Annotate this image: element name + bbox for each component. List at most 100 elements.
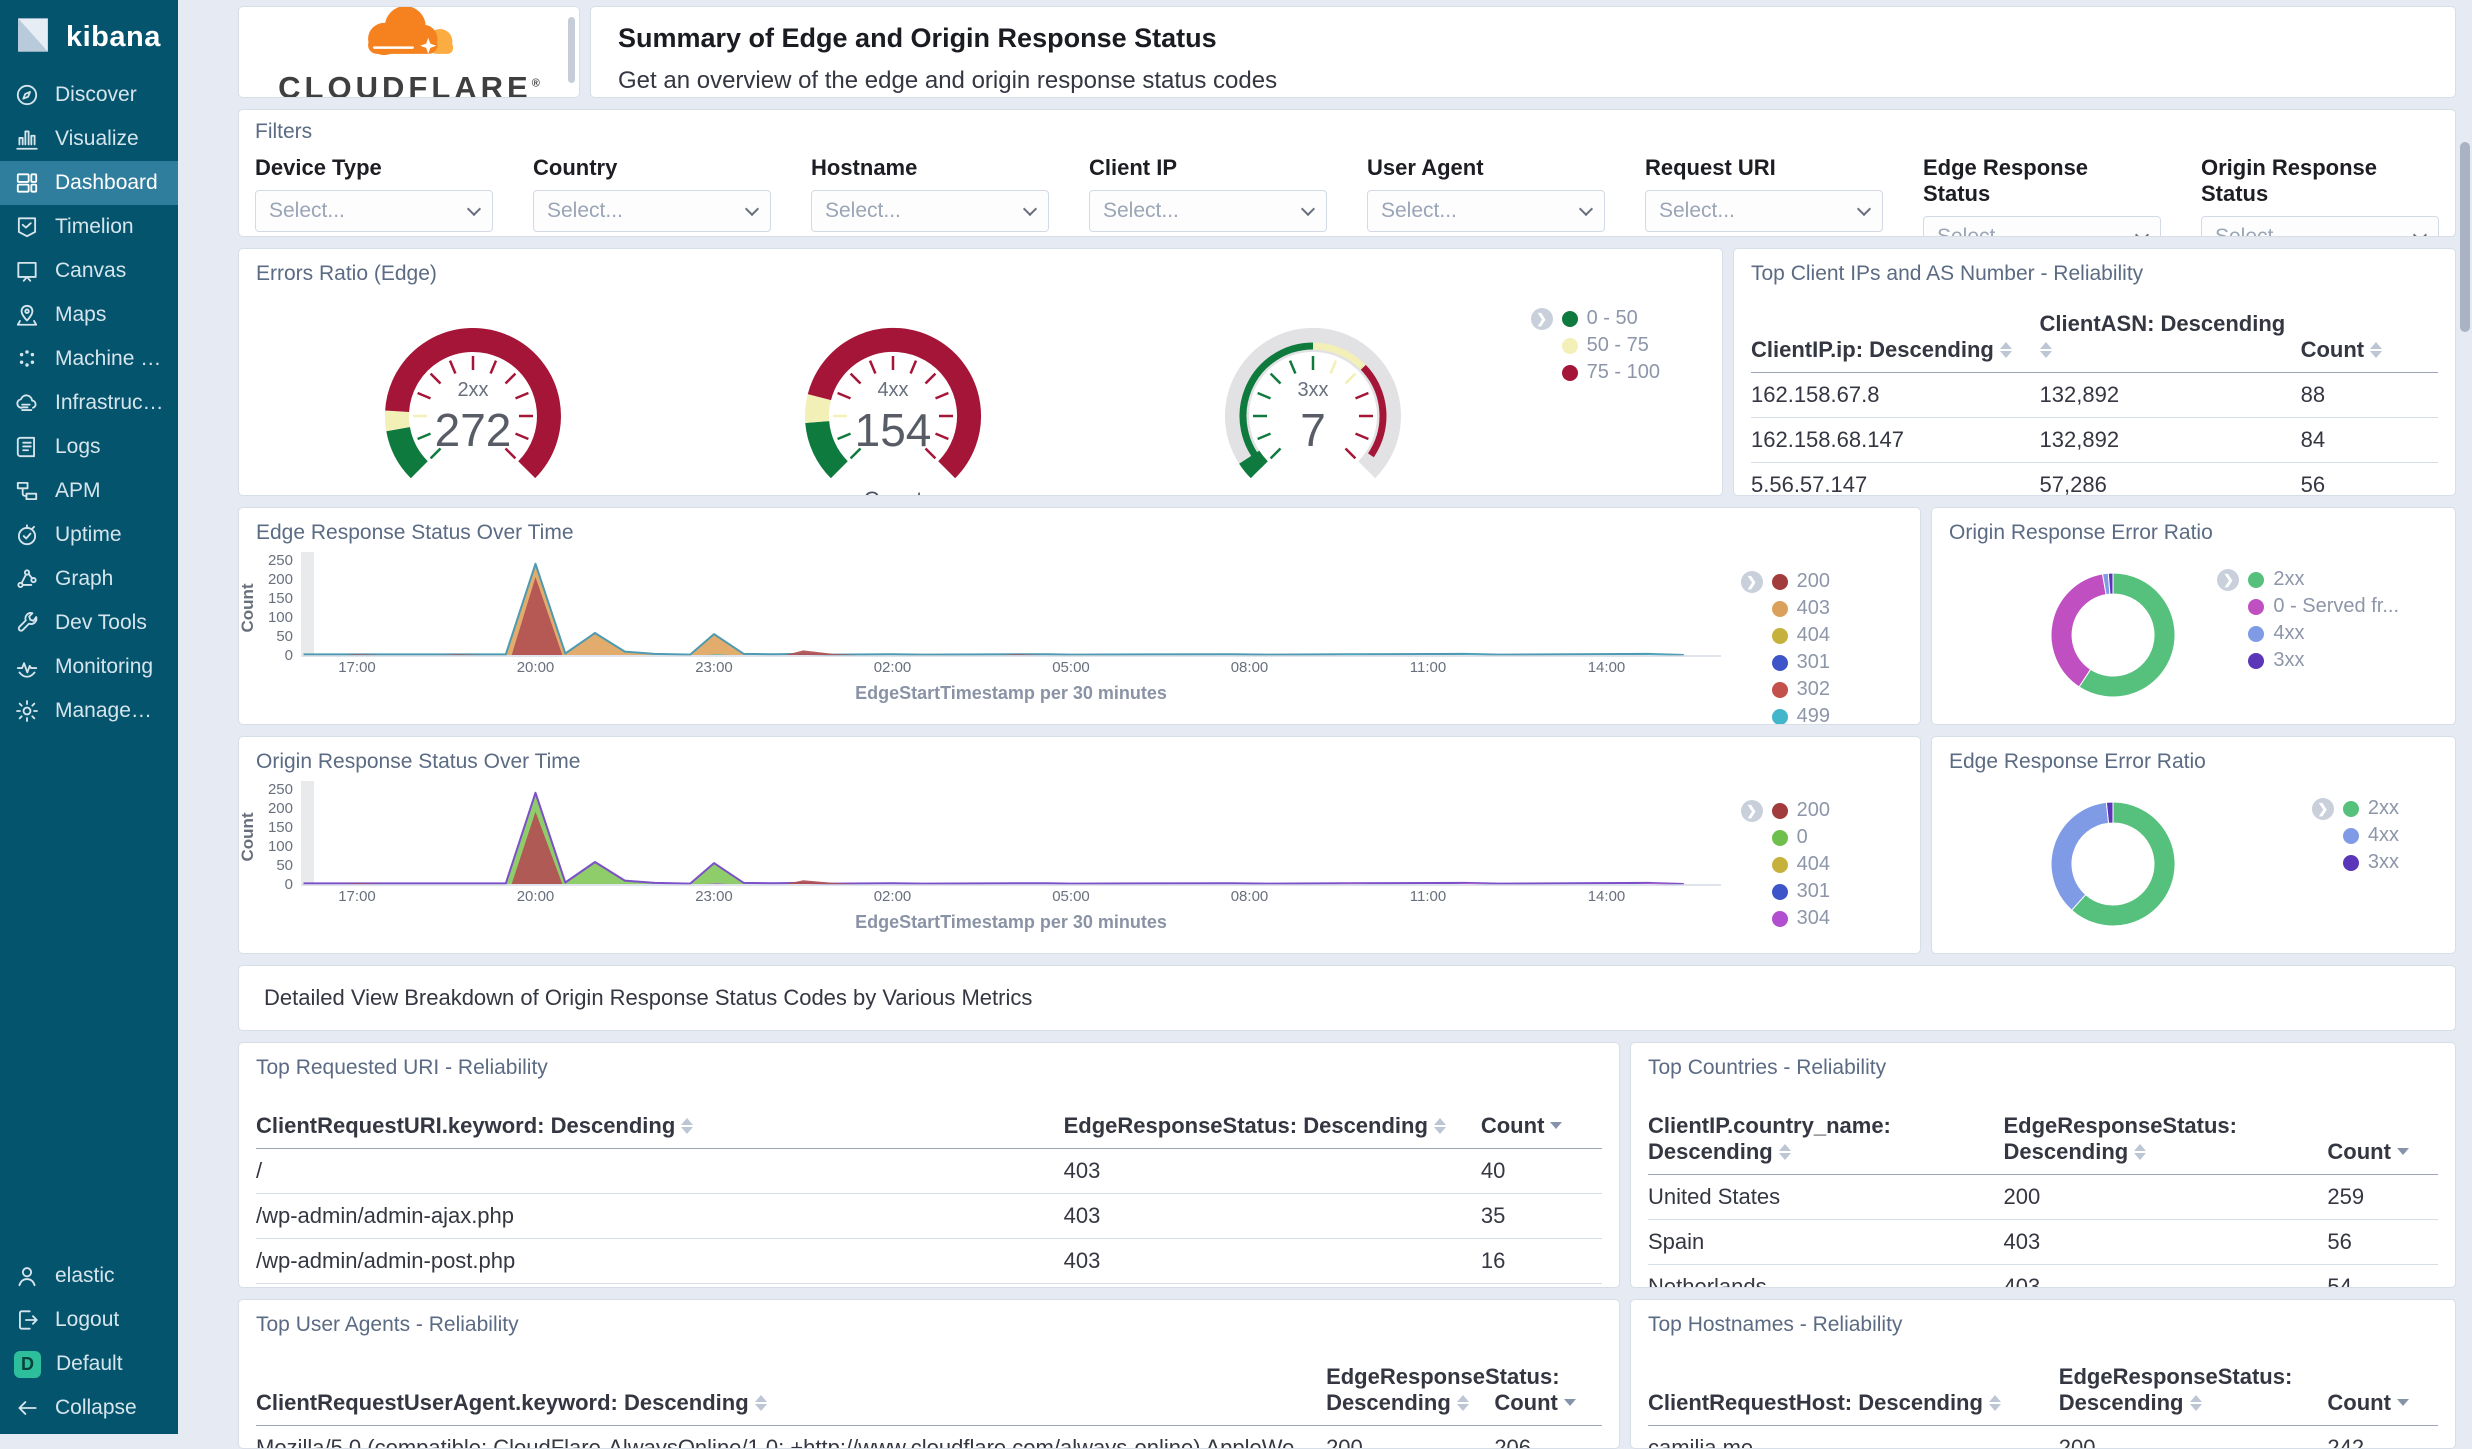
sort-icon — [2040, 342, 2052, 358]
table-row[interactable]: /40340 — [256, 1149, 1602, 1194]
sidebar-item-elastic[interactable]: elastic — [0, 1254, 178, 1298]
sidebar-item-graph[interactable]: Graph — [0, 557, 178, 601]
column-header-edgeresponsestatus-descending[interactable]: EdgeResponseStatus: Descending — [1326, 1353, 1494, 1426]
edge-error-ratio-donut — [1932, 773, 2352, 951]
legend-item-75-100[interactable]: 75 - 100 — [1531, 359, 1660, 386]
legend-item-200[interactable]: ❯200 — [1741, 568, 1830, 595]
filter-select-country[interactable]: Select... — [533, 190, 771, 232]
table-row[interactable]: Netherlands40354 — [1648, 1265, 2438, 1289]
table-row[interactable]: /wp-admin/admin-post.php40316 — [256, 1239, 1602, 1284]
table-row[interactable]: Spain40356 — [1648, 1220, 2438, 1265]
top-countries-panel: Top Countries - Reliability ClientIP.cou… — [1630, 1042, 2456, 1288]
column-header-count[interactable]: Count — [1481, 1102, 1602, 1149]
filter-select-user-agent[interactable]: Select... — [1367, 190, 1605, 232]
sidebar-item-default[interactable]: DDefault — [0, 1342, 178, 1386]
legend-label: 4xx — [2368, 824, 2399, 847]
legend-expand-icon[interactable]: ❯ — [1741, 800, 1763, 822]
sidebar-spacer — [0, 733, 178, 1254]
legend-item-2xx[interactable]: ❯2xx — [2217, 566, 2399, 593]
management-icon — [14, 698, 40, 724]
column-header-edgeresponsestatus-descending[interactable]: EdgeResponseStatus: Descending — [1064, 1102, 1481, 1149]
panel-scrollbar[interactable] — [568, 17, 575, 83]
maps-icon — [14, 302, 40, 328]
sort-desc-icon — [2397, 1399, 2409, 1406]
sidebar-item-monitoring[interactable]: Monitoring — [0, 645, 178, 689]
sidebar-item-visualize[interactable]: Visualize — [0, 117, 178, 161]
column-header-clientip-ip-descending[interactable]: ClientIP.ip: Descending — [1751, 300, 2040, 373]
sidebar-item-uptime[interactable]: Uptime — [0, 513, 178, 557]
gauge-legend: ❯0 - 5050 - 7575 - 100 — [1531, 305, 1660, 386]
sort-icon — [2000, 342, 2012, 358]
legend-item-4xx[interactable]: 4xx — [2217, 620, 2399, 647]
table-cell: 16 — [1481, 1239, 1602, 1284]
legend-item-3xx[interactable]: 3xx — [2312, 849, 2399, 876]
svg-text:11:00: 11:00 — [1410, 659, 1446, 676]
legend-item-200[interactable]: ❯ 200 — [1741, 797, 1830, 824]
table-row[interactable]: 162.158.67.8132,89288 — [1751, 373, 2438, 418]
legend-item-3xx[interactable]: 3xx — [2217, 647, 2399, 674]
legend-item-499[interactable]: 499 — [1741, 703, 1830, 725]
column-header-clientrequestuseragent-keyword-descending[interactable]: ClientRequestUserAgent.keyword: Descendi… — [256, 1353, 1326, 1426]
filter-select-origin-response-status[interactable]: Select... — [2201, 216, 2439, 237]
data-table: ClientRequestUserAgent.keyword: Descendi… — [256, 1353, 1602, 1449]
filter-select-hostname[interactable]: Select... — [811, 190, 1049, 232]
legend-item-0[interactable]: 0 — [1741, 824, 1830, 851]
legend-item-302[interactable]: 302 — [1741, 676, 1830, 703]
sort-icon — [1989, 1395, 2001, 1411]
column-header-clientrequesthost-descending[interactable]: ClientRequestHost: Descending — [1648, 1353, 2059, 1426]
legend-item-403[interactable]: 403 — [1741, 595, 1830, 622]
filter-label: Hostname — [811, 155, 1049, 181]
legend-item-50-75[interactable]: 50 - 75 — [1531, 332, 1660, 359]
table-row[interactable]: /wp-admin/admin-ajax.php40335 — [256, 1194, 1602, 1239]
legend-label: 200 — [1797, 799, 1830, 822]
column-header-clientasn-descending[interactable]: ClientASN: Descending — [2040, 300, 2301, 373]
table-row[interactable]: 162.158.68.147132,89284 — [1751, 418, 2438, 463]
legend-item-301[interactable]: 301 — [1741, 878, 1830, 905]
column-header-edgeresponsestatus-descending[interactable]: EdgeResponseStatus: Descending — [2059, 1353, 2328, 1426]
table-row[interactable]: camilia.me200242 — [1648, 1426, 2438, 1449]
sidebar-item-maps[interactable]: Maps — [0, 293, 178, 337]
legend-item-0-50[interactable]: ❯0 - 50 — [1531, 305, 1660, 332]
sidebar-item-apm[interactable]: APM — [0, 469, 178, 513]
filter-select-device-type[interactable]: Select... — [255, 190, 493, 232]
sidebar-item-dev-tools[interactable]: Dev Tools — [0, 601, 178, 645]
legend-expand-icon[interactable]: ❯ — [1531, 308, 1553, 330]
column-header-edgeresponsestatus-descending[interactable]: EdgeResponseStatus: Descending — [2004, 1102, 2328, 1175]
table-row[interactable]: 5.56.57.14757,28656 — [1751, 463, 2438, 497]
sidebar-item-infrastructure[interactable]: Infrastructure — [0, 381, 178, 425]
filter-select-edge-response-status[interactable]: Select... — [1923, 216, 2161, 237]
sidebar-item-canvas[interactable]: Canvas — [0, 249, 178, 293]
sidebar-item-dashboard[interactable]: Dashboard — [0, 161, 178, 205]
sidebar-item-collapse[interactable]: Collapse — [0, 1386, 178, 1430]
column-header-count[interactable]: Count — [2301, 300, 2438, 373]
page-scrollbar-thumb[interactable] — [2460, 142, 2470, 332]
legend-expand-icon[interactable]: ❯ — [2217, 569, 2239, 591]
column-header-count[interactable]: Count — [2327, 1353, 2438, 1426]
legend-item-304[interactable]: 304 — [1741, 905, 1830, 932]
legend-item-4xx[interactable]: 4xx — [2312, 822, 2399, 849]
kibana-logo[interactable]: kibana — [0, 0, 178, 73]
legend-item-2xx[interactable]: ❯2xx — [2312, 795, 2399, 822]
table-row[interactable]: /cdn-cgi/apps/head/xVgyKhR-vV3dAUGhMqfBc… — [256, 1284, 1602, 1289]
legend-item-301[interactable]: 301 — [1741, 649, 1830, 676]
sidebar-item-discover[interactable]: Discover — [0, 73, 178, 117]
sidebar-item-timelion[interactable]: Timelion — [0, 205, 178, 249]
table-row[interactable]: Mozilla/5.0 (compatible; CloudFlare-Alwa… — [256, 1426, 1602, 1449]
sidebar-item-machine-le[interactable]: Machine Le... — [0, 337, 178, 381]
legend-item-404[interactable]: 404 — [1741, 622, 1830, 649]
filter-select-request-uri[interactable]: Select... — [1645, 190, 1883, 232]
column-header-clientip-country-name-descending[interactable]: ClientIP.country_name: Descending — [1648, 1102, 2004, 1175]
column-header-clientrequesturi-keyword-descending[interactable]: ClientRequestURI.keyword: Descending — [256, 1102, 1064, 1149]
legend-expand-icon[interactable]: ❯ — [1741, 571, 1763, 593]
svg-text:272: 272 — [435, 404, 512, 456]
filter-select-client-ip[interactable]: Select... — [1089, 190, 1327, 232]
page-scrollbar[interactable] — [2460, 0, 2470, 1434]
legend-expand-icon[interactable]: ❯ — [2312, 798, 2334, 820]
sidebar-item-logs[interactable]: Logs — [0, 425, 178, 469]
legend-item-0-served-fr[interactable]: 0 - Served fr... — [2217, 593, 2399, 620]
sidebar-item-logout[interactable]: Logout — [0, 1298, 178, 1342]
legend-item-404[interactable]: 404 — [1741, 851, 1830, 878]
column-header-count[interactable]: Count — [2327, 1102, 2438, 1175]
sidebar-item-management[interactable]: Management — [0, 689, 178, 733]
table-row[interactable]: United States200259 — [1648, 1175, 2438, 1220]
